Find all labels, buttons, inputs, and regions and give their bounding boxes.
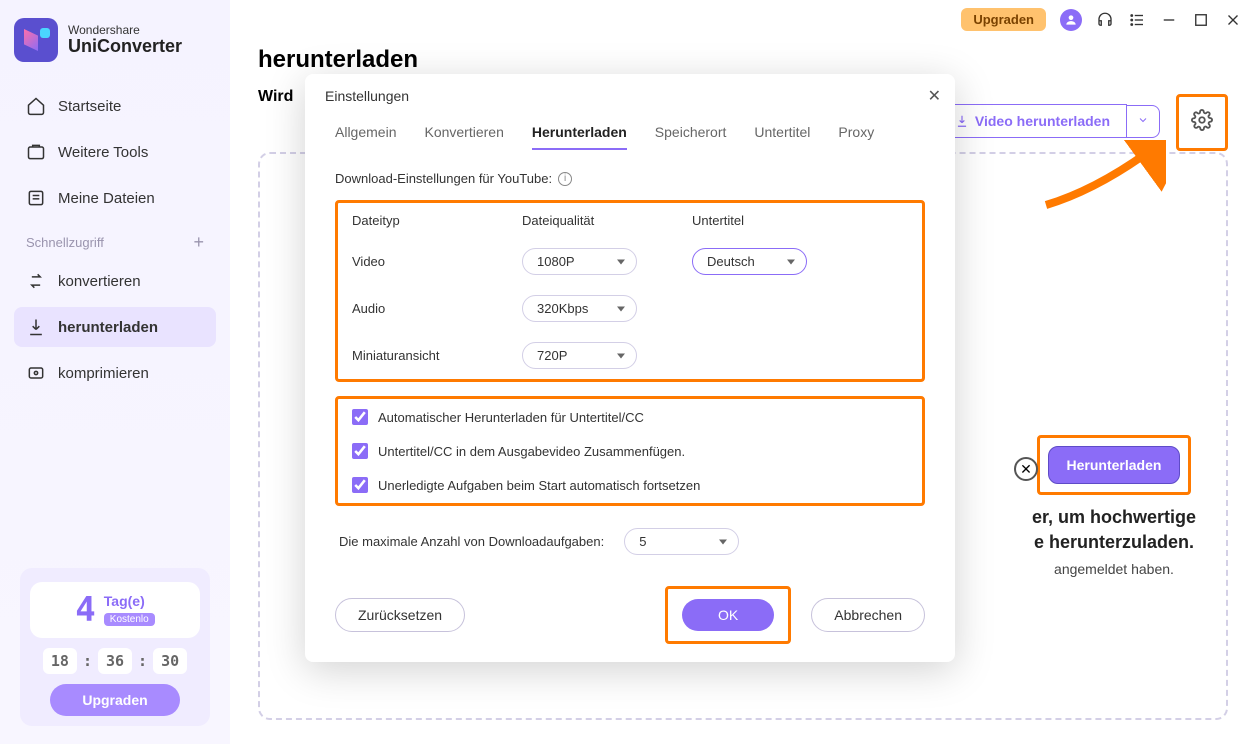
sidebar-item-download[interactable]: herunterladen bbox=[14, 307, 216, 347]
brand-name: UniConverter bbox=[68, 37, 182, 57]
trial-countdown: 18: 36: 30 bbox=[30, 648, 200, 674]
trial-minutes: 36 bbox=[98, 648, 132, 674]
settings-gear-highlight bbox=[1176, 94, 1228, 151]
sidebar-item-compress[interactable]: komprimieren bbox=[14, 353, 216, 393]
nav-label: konvertieren bbox=[58, 273, 141, 290]
video-quality-select[interactable]: 1080P bbox=[522, 248, 637, 275]
download-video-button[interactable]: Video herunterladen bbox=[938, 104, 1127, 138]
reset-button[interactable]: Zurücksetzen bbox=[335, 598, 465, 632]
sidebar-item-home[interactable]: Startseite bbox=[14, 86, 216, 126]
hint-text: Download-Einstellungen für YouTube: bbox=[335, 171, 552, 186]
checkbox-auto-subtitle[interactable]: Automatischer Herunterladen für Untertit… bbox=[352, 409, 908, 425]
modal-tabs: Allgemein Konvertieren Herunterladen Spe… bbox=[305, 104, 955, 151]
trial-days-number: 4 bbox=[75, 590, 95, 630]
modal-footer: Zurücksetzen OK Abbrechen bbox=[335, 586, 925, 644]
logo-badge-icon bbox=[14, 18, 58, 62]
checkbox-input[interactable] bbox=[352, 409, 368, 425]
tab-subtitle[interactable]: Untertitel bbox=[754, 116, 810, 150]
trial-card: 4 Tag(e) Kostenlo 18: 36: 30 Upgraden bbox=[20, 568, 210, 726]
thumbnail-quality-select[interactable]: 720P bbox=[522, 342, 637, 369]
header-subtitle: Untertitel bbox=[692, 213, 842, 228]
quick-label: Schnellzugriff bbox=[26, 235, 104, 250]
promo-text-2: e herunterzuladen. bbox=[1032, 530, 1196, 555]
gear-icon[interactable] bbox=[1191, 118, 1213, 135]
trial-seconds: 30 bbox=[153, 648, 187, 674]
sidebar-item-convert[interactable]: konvertieren bbox=[14, 261, 216, 301]
nav-label: Startseite bbox=[58, 98, 121, 115]
maximize-icon[interactable] bbox=[1192, 11, 1210, 29]
avatar-icon[interactable] bbox=[1060, 9, 1082, 31]
max-tasks-label: Die maximale Anzahl von Downloadaufgaben… bbox=[339, 534, 604, 549]
modal-title: Einstellungen bbox=[325, 88, 935, 104]
audio-quality-select[interactable]: 320Kbps bbox=[522, 295, 637, 322]
checkbox-input[interactable] bbox=[352, 443, 368, 459]
headset-icon[interactable] bbox=[1096, 11, 1114, 29]
sidebar-item-files[interactable]: Meine Dateien bbox=[14, 178, 216, 218]
tab-download[interactable]: Herunterladen bbox=[532, 116, 627, 150]
page-title: herunterladen bbox=[258, 46, 1228, 74]
close-icon[interactable] bbox=[1224, 11, 1242, 29]
trial-days-label: Tag(e) bbox=[104, 593, 155, 609]
download-hint: Download-Einstellungen für YouTube: i bbox=[335, 171, 925, 186]
promo-section: ✕ Herunterladen er, um hochwertige e her… bbox=[1032, 435, 1196, 577]
promo-download-button[interactable]: Herunterladen bbox=[1048, 446, 1181, 484]
promo-highlight: Herunterladen bbox=[1037, 435, 1192, 495]
checkbox-resume-tasks[interactable]: Unerledigte Aufgaben beim Start automati… bbox=[352, 477, 908, 493]
checkbox-input[interactable] bbox=[352, 477, 368, 493]
promo-text-1: er, um hochwertige bbox=[1032, 505, 1196, 530]
nav-label: Meine Dateien bbox=[58, 190, 155, 207]
checkbox-label: Untertitel/CC in dem Ausgabevideo Zusamm… bbox=[378, 444, 685, 459]
trial-free-badge: Kostenlo bbox=[104, 613, 155, 626]
modal-close-icon[interactable]: ✕ bbox=[928, 86, 941, 106]
titlebar: Upgraden bbox=[947, 0, 1256, 39]
minimize-icon[interactable] bbox=[1160, 11, 1178, 29]
download-button-label: Video herunterladen bbox=[975, 113, 1110, 129]
row-thumb-label: Miniaturansicht bbox=[352, 348, 522, 363]
trial-upgrade-button[interactable]: Upgraden bbox=[50, 684, 180, 716]
sidebar-item-tools[interactable]: Weitere Tools bbox=[14, 132, 216, 172]
row-audio-label: Audio bbox=[352, 301, 522, 316]
subtitle-language-select[interactable]: Deutsch bbox=[692, 248, 807, 275]
row-video-label: Video bbox=[352, 254, 522, 269]
ok-highlight: OK bbox=[665, 586, 791, 644]
checkbox-highlight: Automatischer Herunterladen für Untertit… bbox=[335, 396, 925, 506]
tab-storage[interactable]: Speicherort bbox=[655, 116, 727, 150]
trial-hours: 18 bbox=[43, 648, 77, 674]
max-tasks-select[interactable]: 5 bbox=[624, 528, 739, 555]
tab-general[interactable]: Allgemein bbox=[335, 116, 396, 150]
add-quick-icon[interactable]: + bbox=[193, 232, 204, 253]
checkbox-label: Unerledigte Aufgaben beim Start automati… bbox=[378, 478, 700, 493]
quick-access-header: Schnellzugriff + bbox=[14, 224, 216, 261]
settings-modal: Einstellungen ✕ Allgemein Konvertieren H… bbox=[305, 74, 955, 662]
promo-subtext: angemeldet haben. bbox=[1032, 561, 1196, 577]
nav-label: komprimieren bbox=[58, 365, 149, 382]
promo-close-icon[interactable]: ✕ bbox=[1014, 457, 1038, 481]
download-video-button-group: Video herunterladen bbox=[938, 104, 1160, 138]
checkbox-label: Automatischer Herunterladen für Untertit… bbox=[378, 410, 644, 425]
download-dropdown-button[interactable] bbox=[1127, 105, 1160, 138]
checkbox-merge-subtitle[interactable]: Untertitel/CC in dem Ausgabevideo Zusamm… bbox=[352, 443, 908, 459]
nav-label: herunterladen bbox=[58, 319, 158, 336]
upgrade-pill[interactable]: Upgraden bbox=[961, 8, 1046, 31]
header-quality: Dateiqualität bbox=[522, 213, 692, 228]
header-filetype: Dateityp bbox=[352, 213, 522, 228]
info-icon[interactable]: i bbox=[558, 172, 572, 186]
max-tasks-row: Die maximale Anzahl von Downloadaufgaben… bbox=[335, 528, 925, 555]
ok-button[interactable]: OK bbox=[682, 599, 774, 631]
app-logo: Wondershare UniConverter bbox=[14, 18, 216, 62]
cancel-button[interactable]: Abbrechen bbox=[811, 598, 925, 632]
tab-convert[interactable]: Konvertieren bbox=[424, 116, 503, 150]
sidebar: Wondershare UniConverter Startseite Weit… bbox=[0, 0, 230, 744]
nav-label: Weitere Tools bbox=[58, 144, 148, 161]
brand-top: Wondershare bbox=[68, 24, 182, 37]
quality-settings-highlight: Dateityp Dateiqualität Untertitel Video … bbox=[335, 200, 925, 382]
tab-proxy[interactable]: Proxy bbox=[838, 116, 874, 150]
menu-list-icon[interactable] bbox=[1128, 11, 1146, 29]
